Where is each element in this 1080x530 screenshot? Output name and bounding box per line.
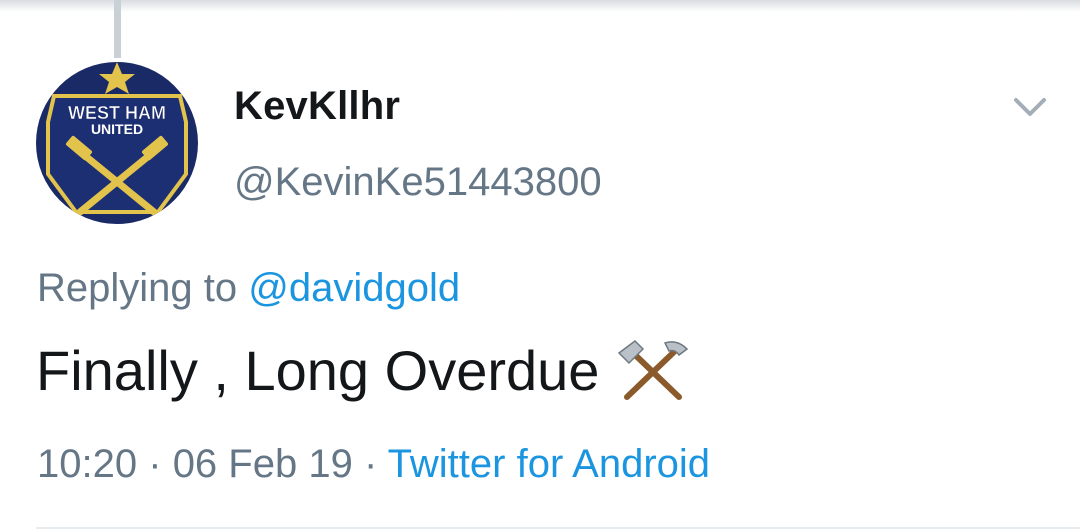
replying-to-handle-link[interactable]: @davidgold	[248, 266, 460, 310]
crest-text-line1: WEST HAM	[68, 103, 166, 123]
tweet-source-link[interactable]: Twitter for Android	[388, 442, 710, 486]
tweet-text: Finally , Long Overdue	[36, 339, 600, 402]
meta-separator: ·	[363, 442, 378, 486]
avatar[interactable]: WEST HAM UNITED	[36, 62, 198, 224]
tweet-body: Finally , Long Overdue	[36, 338, 689, 403]
thread-connector-line	[114, 0, 121, 58]
top-divider-shadow	[0, 0, 1080, 12]
bottom-divider	[36, 527, 1080, 529]
west-ham-crest-icon: WEST HAM UNITED	[36, 62, 198, 224]
tweet-time: 10:20	[37, 442, 138, 486]
tweet-date: 06 Feb 19	[172, 442, 353, 486]
replying-to-prefix: Replying to	[37, 266, 238, 310]
crest-text-line2: UNITED	[91, 121, 143, 137]
tweet-meta: 10:20 · 06 Feb 19 · Twitter for Android	[37, 442, 710, 487]
replying-to: Replying to @davidgold	[37, 266, 460, 311]
display-name[interactable]: KevKllhr	[234, 84, 400, 129]
user-handle[interactable]: @KevinKe51443800	[234, 160, 602, 205]
meta-separator: ·	[148, 442, 162, 486]
chevron-down-icon[interactable]	[1008, 92, 1052, 124]
hammer-and-pick-icon	[617, 339, 689, 403]
